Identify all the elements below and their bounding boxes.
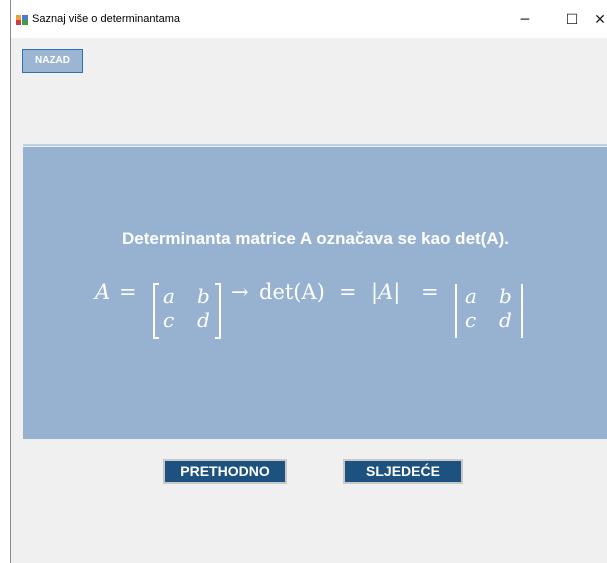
window-title: Saznaj više o determinantama <box>32 13 180 25</box>
matrix-cell-c: c <box>163 308 175 332</box>
matrix-brackets: a b c d <box>153 283 221 339</box>
close-icon[interactable]: ✕ <box>592 10 607 30</box>
matrix-cell-d: d <box>197 308 210 332</box>
formula-arrow: → <box>231 280 249 304</box>
content-panel: Determinanta matrice A označava se kao d… <box>23 147 607 439</box>
minimize-icon[interactable]: ─ <box>511 10 539 30</box>
panel-heading: Determinanta matrice A označava se kao d… <box>121 229 510 248</box>
back-button[interactable]: NAZAD <box>22 49 83 73</box>
determinant-bars: a b c d <box>455 284 523 338</box>
formula-lhs: A <box>95 280 111 304</box>
det-cell-d: d <box>499 308 512 332</box>
app-icon <box>16 15 28 25</box>
matrix-cell-a: a <box>163 284 175 308</box>
title-bar: Saznaj više o determinantama ─ ☐ ✕ <box>11 0 607 38</box>
formula-equals-2: = <box>339 280 357 304</box>
formula-abs: |A| <box>371 280 401 304</box>
next-button[interactable]: SLJEDEĆE <box>343 459 463 484</box>
formula-equals: = <box>119 280 137 304</box>
det-cell-b: b <box>499 284 512 308</box>
det-cell-a: a <box>465 284 477 308</box>
previous-button[interactable]: PRETHODNO <box>163 459 287 484</box>
formula-det: det(A) <box>259 280 325 304</box>
matrix-cell-b: b <box>197 284 210 308</box>
maximize-icon[interactable]: ☐ <box>558 10 586 30</box>
formula-equals-3: = <box>421 280 439 304</box>
det-cell-c: c <box>465 308 477 332</box>
panel-divider <box>23 144 607 146</box>
app-window: Saznaj više o determinantama ─ ☐ ✕ NAZAD… <box>10 0 607 563</box>
